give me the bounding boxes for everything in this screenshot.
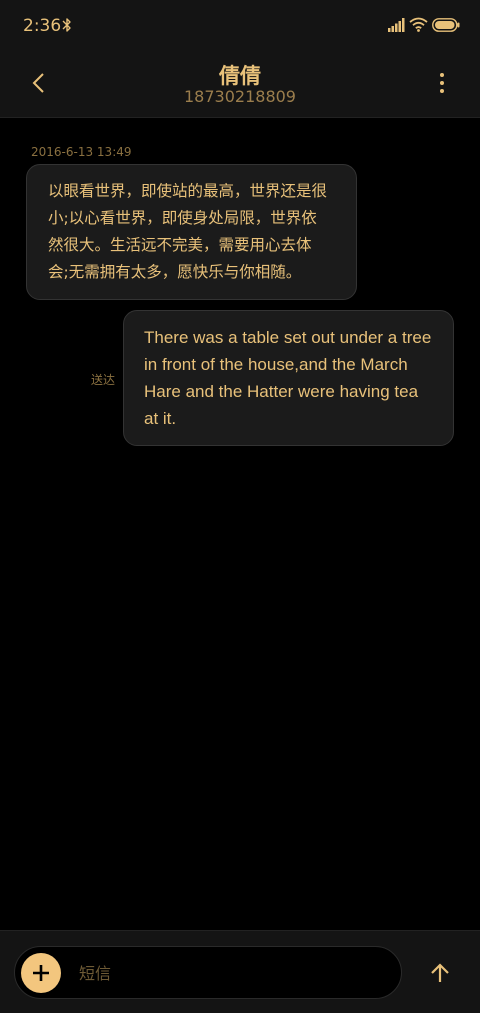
bluetooth-icon — [62, 18, 71, 32]
message-line: at it. — [144, 409, 177, 428]
send-arrow-up-icon — [431, 963, 449, 982]
wifi-icon — [409, 17, 428, 32]
message-line: 小;以心看世界，即使身处局限，世界依 — [48, 209, 317, 227]
send-button[interactable] — [426, 959, 454, 987]
message-line: 以眼看世界，即使站的最高，世界还是很 — [48, 182, 328, 200]
message-line: in front of the house,and the March — [144, 355, 408, 374]
contact-number: 18730218809 — [184, 87, 296, 106]
message-line: 会;无需拥有太多，愿快乐与你相随。 — [48, 263, 302, 281]
delivery-status: 送达 — [91, 373, 116, 387]
message-composer — [0, 930, 480, 1013]
plus-icon — [33, 965, 49, 981]
incoming-message-bubble[interactable]: 以眼看世界，即使站的最高，世界还是很 小;以心看世界，即使身处局限，世界依 然很… — [26, 164, 357, 300]
status-bar: 2:36 — [0, 0, 480, 52]
more-vertical-icon — [440, 73, 444, 93]
message-line: There was a table set out under a tree — [144, 328, 432, 347]
conversation-header: 倩倩 18730218809 — [0, 52, 480, 118]
message-timestamp: 2016-6-13 13:49 — [31, 145, 132, 159]
contact-name: 倩倩 — [219, 64, 261, 88]
signal-icon — [388, 18, 405, 32]
more-options-button[interactable] — [432, 68, 452, 98]
outgoing-message-bubble[interactable]: There was a table set out under a tree i… — [123, 310, 454, 446]
status-time: 2:36 — [23, 16, 62, 36]
message-line: 然很大。生活远不完美，需要用心去体 — [48, 236, 312, 254]
add-attachment-button[interactable] — [21, 953, 61, 993]
message-input[interactable] — [79, 960, 379, 986]
battery-icon — [432, 18, 460, 32]
message-line: Hare and the Hatter were having tea — [144, 382, 419, 401]
input-pill — [14, 946, 402, 999]
